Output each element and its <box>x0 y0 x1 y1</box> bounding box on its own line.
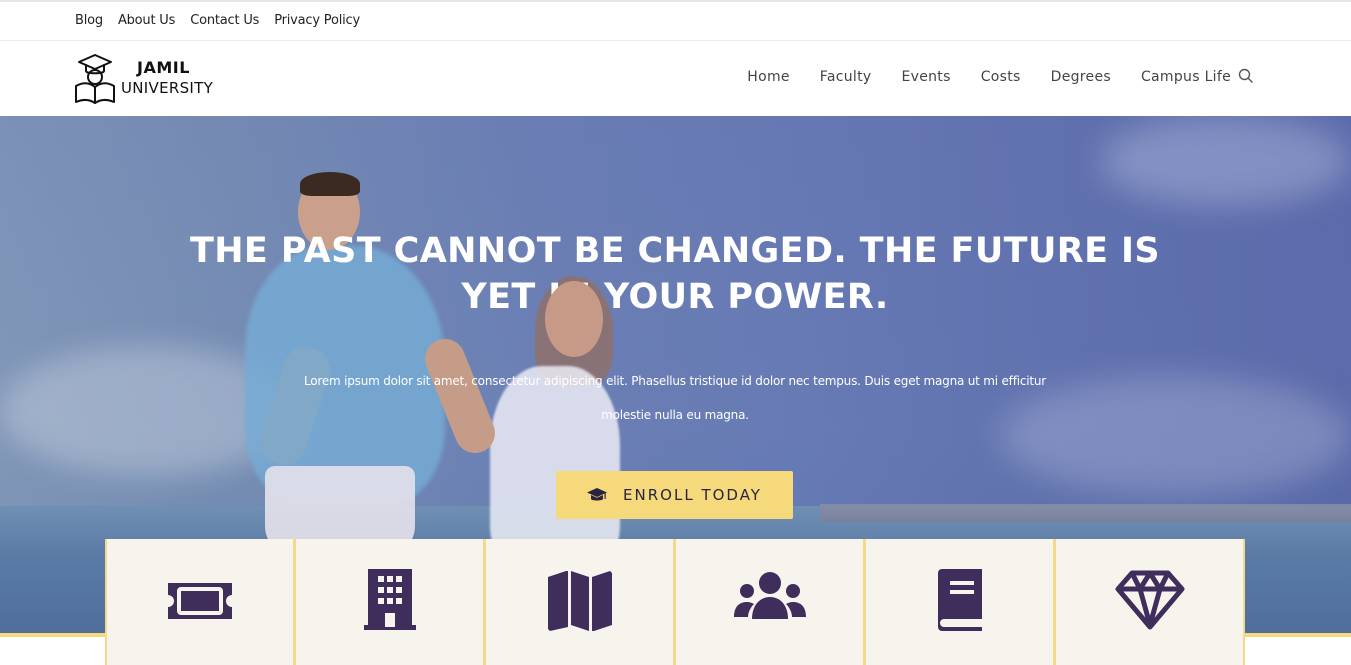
nav-degrees[interactable]: Degrees <box>1051 69 1111 85</box>
site-logo[interactable]: JAMIL UNIVERSITY <box>73 50 213 106</box>
top-link-contact-us[interactable]: Contact Us <box>190 13 259 28</box>
feature-card-library[interactable] <box>865 539 1055 665</box>
top-link-about-us[interactable]: About Us <box>118 13 175 28</box>
feature-card-map[interactable] <box>485 539 675 665</box>
ticket-icon <box>168 583 232 619</box>
top-link-blog[interactable]: Blog <box>75 13 103 28</box>
nav-faculty[interactable]: Faculty <box>820 69 872 85</box>
graduate-reading-icon <box>75 54 115 104</box>
map-icon <box>547 571 612 631</box>
top-links: Blog About Us Contact Us Privacy Policy <box>75 13 360 28</box>
feature-card-tickets[interactable] <box>105 539 295 665</box>
logo-line-1: JAMIL <box>137 58 190 77</box>
enroll-today-label: ENROLL TODAY <box>623 486 762 504</box>
hero-headline: THE PAST CANNOT BE CHANGED. THE FUTURE I… <box>189 231 1161 317</box>
users-icon <box>733 572 806 619</box>
feature-card-campus[interactable] <box>295 539 485 665</box>
hero-photo-woman <box>545 281 603 357</box>
feature-card-excellence[interactable] <box>1055 539 1245 665</box>
hero-photo-man <box>300 172 360 196</box>
feature-cards <box>105 539 1245 665</box>
logo-wordmark: JAMIL UNIVERSITY <box>121 57 213 99</box>
nav-home[interactable]: Home <box>747 69 790 85</box>
nav-costs[interactable]: Costs <box>981 69 1021 85</box>
diamond-icon <box>1115 570 1184 630</box>
book-icon <box>937 569 982 631</box>
nav-events[interactable]: Events <box>901 69 950 85</box>
top-bar: Blog About Us Contact Us Privacy Policy <box>0 0 1351 41</box>
nav-campus-life[interactable]: Campus Life <box>1141 69 1231 85</box>
hero-background-shore <box>820 504 1351 522</box>
main-nav: Home Faculty Events Costs Degrees Campus… <box>747 68 1253 85</box>
search-icon[interactable] <box>1238 68 1254 84</box>
top-link-privacy-policy[interactable]: Privacy Policy <box>274 13 360 28</box>
hero-lead-text: Lorem ipsum dolor sit amet, consectetur … <box>303 374 1047 422</box>
logo-line-2: UNIVERSITY <box>121 79 214 97</box>
enroll-today-button[interactable]: ENROLL TODAY <box>556 471 793 519</box>
hero-background-cloud <box>1100 116 1351 206</box>
site-header: JAMIL UNIVERSITY Home Faculty Events Cos… <box>0 41 1351 116</box>
feature-card-community[interactable] <box>675 539 865 665</box>
building-icon <box>363 569 416 630</box>
graduation-cap-icon <box>587 488 608 501</box>
